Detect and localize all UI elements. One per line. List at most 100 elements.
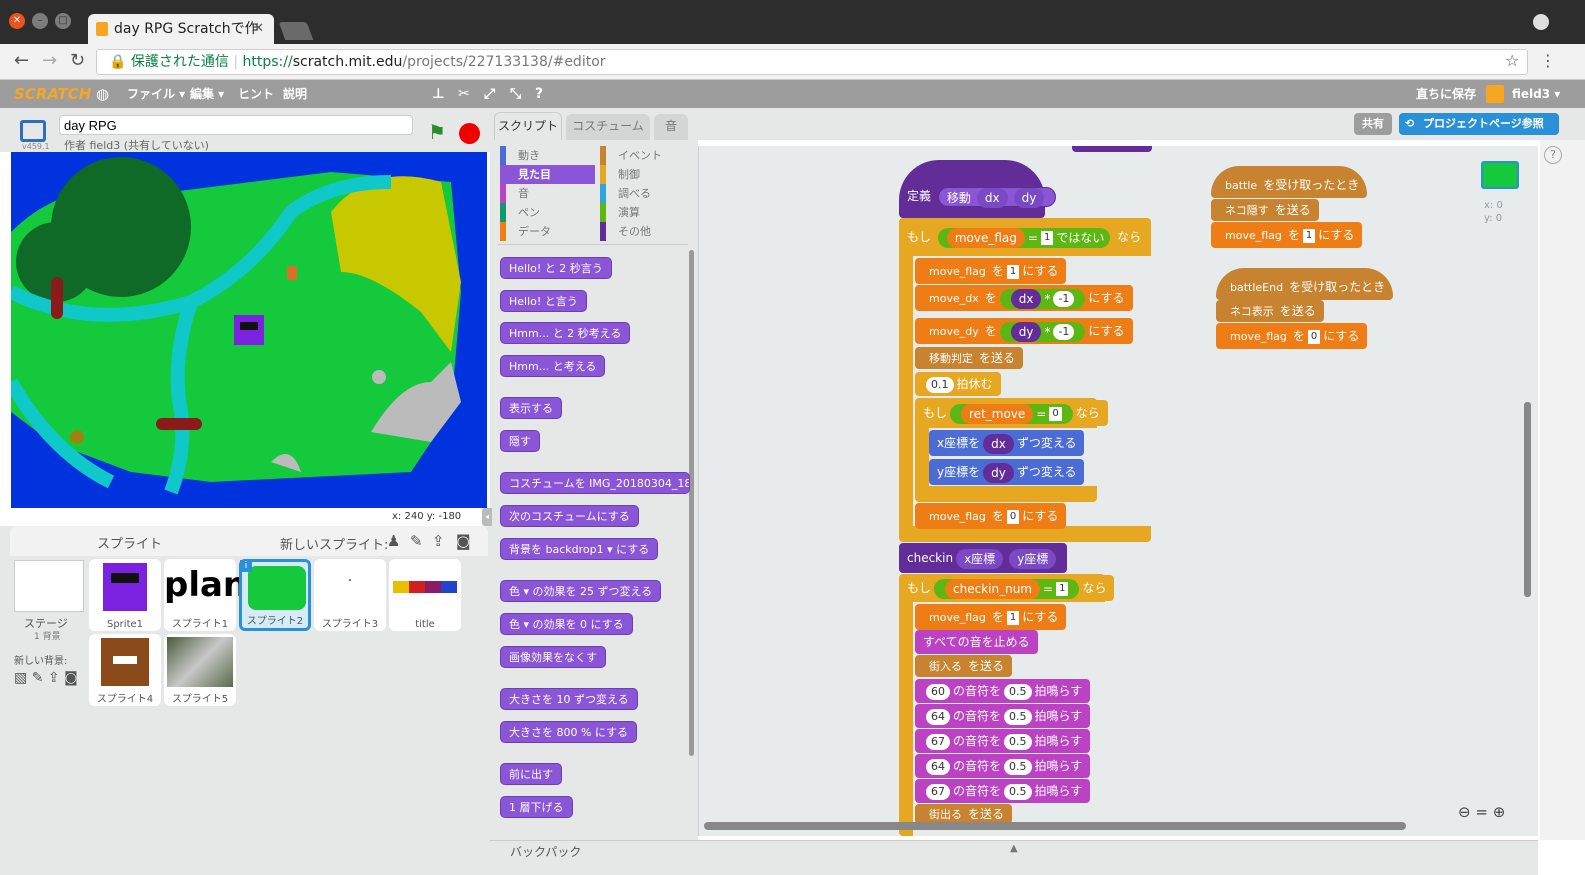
- category-events[interactable]: イベント: [600, 146, 690, 165]
- set-move-flag-block[interactable]: move_flag を 0 にする: [1216, 323, 1368, 349]
- grow-icon[interactable]: ⤢: [484, 80, 495, 108]
- play-note-block[interactable]: 67 の音符を 0.5 拍鳴らす: [915, 779, 1091, 803]
- palette-block[interactable]: 背景を backdrop1 ▾ にする: [500, 538, 659, 560]
- stop-icon[interactable]: [459, 123, 480, 144]
- tips-menu[interactable]: ヒント: [238, 80, 274, 108]
- shrink-icon[interactable]: ⤡: [510, 80, 521, 108]
- play-note-block[interactable]: 60 の音符を 0.5 拍鳴らす: [915, 679, 1091, 703]
- category-pen[interactable]: ペン: [500, 203, 595, 222]
- sprite-thumb[interactable]: Sprite1: [89, 559, 161, 631]
- palette-block[interactable]: コスチュームを IMG_20180304_18: [500, 472, 690, 494]
- sprite-thumb[interactable]: スプライト5: [164, 634, 236, 706]
- info-icon[interactable]: i: [240, 560, 252, 572]
- close-window-icon[interactable]: ✕: [9, 13, 25, 29]
- browser-menu-icon[interactable]: ⋮: [1540, 51, 1556, 70]
- tab-sounds[interactable]: 音: [654, 114, 688, 140]
- backpack-expand-icon[interactable]: ▲: [1010, 843, 1018, 854]
- maximize-window-icon[interactable]: □: [55, 13, 71, 29]
- set-move-dx-block[interactable]: move_dx を dx * -1 にする: [915, 285, 1133, 311]
- back-icon[interactable]: ←: [14, 50, 29, 71]
- backdrop-paint-icon[interactable]: ✎: [32, 670, 44, 686]
- zoom-out-icon[interactable]: ⊖: [1458, 803, 1471, 821]
- palette-block[interactable]: Hmm... と考える: [500, 355, 606, 377]
- reload-icon[interactable]: ↻: [70, 50, 85, 71]
- bookmark-star-icon[interactable]: ☆: [1505, 51, 1519, 70]
- edit-menu[interactable]: 編集 ▾: [190, 80, 224, 108]
- palette-block[interactable]: Hmm... と 2 秒考える: [500, 322, 631, 344]
- help-circle-icon[interactable]: ?: [1544, 146, 1562, 164]
- palette-block[interactable]: 色 ▾ の効果を 0 にする: [500, 613, 633, 635]
- script-vertical-scrollbar[interactable]: [1524, 402, 1531, 597]
- zoom-in-icon[interactable]: ⊕: [1493, 803, 1506, 821]
- minimize-window-icon[interactable]: –: [32, 13, 48, 29]
- tab-scripts[interactable]: スクリプト: [494, 112, 562, 142]
- category-more[interactable]: その他: [600, 222, 690, 241]
- category-data[interactable]: データ: [500, 222, 595, 241]
- share-button[interactable]: 共有: [1354, 113, 1392, 135]
- broadcast-hide-cat-block[interactable]: ネコ隠す を送る: [1211, 199, 1319, 221]
- when-receive-battle-end-hat[interactable]: battleEnd を受け取ったとき: [1216, 268, 1394, 300]
- camera-icon[interactable]: ◙: [456, 532, 471, 550]
- backdrop-upload-icon[interactable]: ⇪: [48, 670, 60, 686]
- scratch-logo[interactable]: SCRATCH: [14, 80, 91, 108]
- reset-move-flag-block[interactable]: move_flag を 0 にする: [915, 503, 1067, 529]
- delete-icon[interactable]: ✂: [458, 80, 470, 108]
- tab-close-icon[interactable]: ✕: [253, 14, 264, 44]
- category-looks[interactable]: 見た目: [500, 165, 595, 184]
- define-block[interactable]: 定義 移動 dx dy: [899, 160, 1057, 218]
- see-project-page-button[interactable]: ⟲ プロジェクトページ参照: [1399, 113, 1559, 135]
- sprite-thumb[interactable]: title: [389, 559, 461, 631]
- about-menu[interactable]: 説明: [283, 80, 307, 108]
- help-icon[interactable]: ?: [535, 80, 543, 108]
- set-move-flag-block[interactable]: move_flag を 1 にする: [1211, 222, 1363, 248]
- play-note-block[interactable]: 64 の音符を 0.5 拍鳴らす: [915, 704, 1091, 728]
- palette-block[interactable]: Hello! と 2 秒言う: [500, 257, 612, 279]
- globe-icon[interactable]: ◍: [96, 80, 109, 108]
- category-motion[interactable]: 動き: [500, 146, 595, 165]
- forward-icon[interactable]: →: [42, 50, 57, 71]
- broadcast-move-check-block[interactable]: 移動判定 を送る: [915, 347, 1024, 369]
- duplicate-icon[interactable]: ⊥: [432, 80, 445, 108]
- file-menu[interactable]: ファイル ▾: [127, 80, 185, 108]
- palette-scrollbar[interactable]: [689, 250, 694, 756]
- project-title-input[interactable]: [59, 115, 413, 135]
- category-control[interactable]: 制御: [600, 165, 690, 184]
- zoom-reset-icon[interactable]: =: [1475, 803, 1488, 821]
- palette-block[interactable]: 1 層下げる: [500, 796, 573, 818]
- backdrop-library-icon[interactable]: ▧: [14, 670, 27, 686]
- broadcast-exit-town-block[interactable]: 街出る を送る: [915, 804, 1013, 824]
- upload-icon[interactable]: ⇪: [432, 532, 445, 550]
- backdrop-camera-icon[interactable]: ◙: [64, 670, 78, 686]
- sprite-thumb[interactable]: · スプライト3: [314, 559, 386, 631]
- set-move-dy-block[interactable]: move_dy を dy * -1 にする: [915, 318, 1133, 344]
- url-field[interactable]: 🔒 保護された通信 | https://scratch.mit.edu/proj…: [96, 49, 1528, 75]
- change-y-block[interactable]: y座標を dy ずつ変える: [929, 459, 1085, 485]
- broadcast-enter-town-block[interactable]: 街入る を送る: [915, 655, 1013, 677]
- play-note-block[interactable]: 64 の音符を 0.5 拍鳴らす: [915, 754, 1091, 778]
- stop-all-sounds-block[interactable]: すべての音を止める: [915, 630, 1038, 654]
- palette-block[interactable]: Hello! と言う: [500, 290, 587, 312]
- fullscreen-icon[interactable]: [20, 120, 46, 142]
- stage-collapse-icon[interactable]: ◂: [482, 508, 492, 526]
- stage-thumb[interactable]: [14, 560, 84, 612]
- green-flag-icon[interactable]: ⚑: [428, 120, 446, 144]
- play-note-block[interactable]: 67 の音符を 0.5 拍鳴らす: [915, 729, 1091, 753]
- palette-block[interactable]: 色 ▾ の効果を 25 ずつ変える: [500, 580, 662, 602]
- palette-block[interactable]: 隠す: [500, 430, 540, 452]
- sprite-thumb[interactable]: スプライト4: [89, 634, 161, 706]
- user-menu[interactable]: field3 ▾: [1512, 80, 1560, 108]
- change-x-block[interactable]: x座標を dx ずつ変える: [929, 430, 1085, 456]
- palette-block[interactable]: 次のコスチュームにする: [500, 505, 639, 527]
- palette-block[interactable]: 表示する: [500, 397, 562, 419]
- palette-block[interactable]: 大きさを 800 % にする: [500, 721, 638, 743]
- wait-block[interactable]: 0.1 拍休む: [915, 372, 1001, 396]
- tab-costumes[interactable]: コスチューム: [566, 114, 650, 140]
- broadcast-show-cat-block[interactable]: ネコ表示 を送る: [1216, 300, 1324, 322]
- palette-block[interactable]: 大きさを 10 ずつ変える: [500, 688, 638, 710]
- palette-block[interactable]: 画像効果をなくす: [500, 646, 606, 668]
- set-move-flag-block[interactable]: move_flag を 1 にする: [915, 604, 1067, 630]
- sprite-library-icon[interactable]: ♟: [387, 532, 400, 550]
- palette-block[interactable]: 前に出す: [500, 763, 562, 785]
- profile-icon[interactable]: [1533, 14, 1549, 30]
- category-sensing[interactable]: 調べる: [600, 184, 690, 203]
